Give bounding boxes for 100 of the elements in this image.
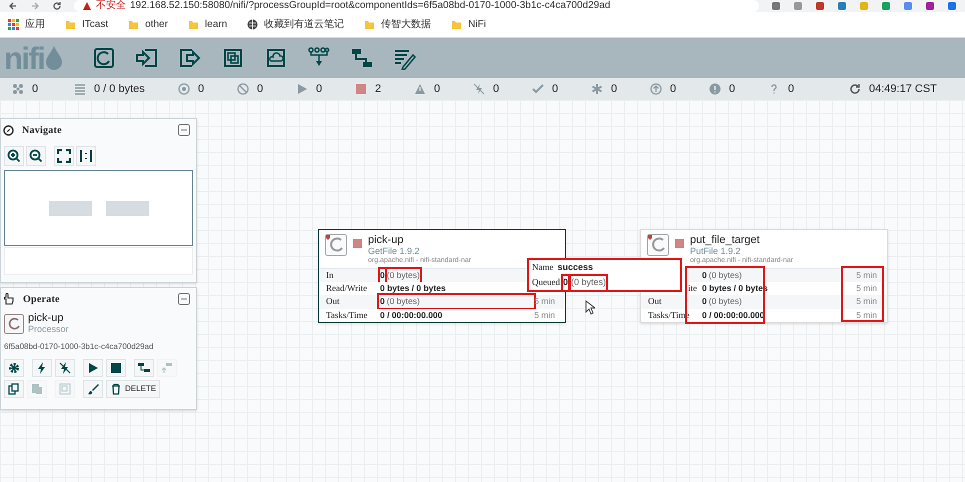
bookmark-link[interactable]: NiFi bbox=[451, 17, 486, 32]
panel-title: Operate bbox=[23, 292, 60, 306]
processor-icon bbox=[647, 234, 669, 256]
folder-icon bbox=[65, 19, 76, 30]
status-count: 0 bbox=[316, 82, 322, 97]
extension-icon[interactable] bbox=[815, 1, 825, 11]
extension-icon[interactable] bbox=[881, 1, 891, 11]
component-type: Processor bbox=[28, 324, 69, 335]
warning-icon bbox=[414, 83, 426, 95]
drop-icon bbox=[45, 45, 64, 71]
flow-blocks-button[interactable] bbox=[134, 359, 154, 377]
processor-preview bbox=[106, 200, 148, 216]
bookmark-link[interactable]: 应用 bbox=[8, 17, 45, 32]
reload-icon[interactable] bbox=[52, 1, 62, 11]
brush-icon bbox=[87, 383, 99, 395]
delete-button[interactable]: DELETE bbox=[106, 380, 160, 398]
up-arrow-circle-icon bbox=[650, 83, 662, 95]
status-count: 2 bbox=[375, 82, 382, 97]
folder-icon bbox=[188, 19, 199, 30]
collapse-icon[interactable] bbox=[178, 293, 190, 305]
bookmark-link[interactable]: 传智大数据 bbox=[364, 17, 432, 32]
compass-icon bbox=[3, 124, 14, 136]
queued-count: 0 bbox=[563, 276, 568, 290]
stat-time: 5 min bbox=[856, 268, 878, 282]
crossed-bolt-button[interactable] bbox=[55, 359, 75, 377]
field-label: Name bbox=[532, 260, 554, 274]
processor-preview bbox=[48, 200, 92, 216]
stat-label: Out bbox=[648, 295, 662, 308]
bolt-button[interactable] bbox=[32, 359, 52, 377]
status-count: 0 bbox=[493, 82, 500, 97]
extension-icon[interactable] bbox=[771, 1, 781, 11]
check-icon bbox=[532, 83, 544, 95]
group-icon bbox=[59, 383, 71, 395]
copy-icon bbox=[8, 383, 20, 395]
zoom-in-button[interactable] bbox=[4, 146, 24, 166]
processor-icon bbox=[325, 234, 347, 256]
stat-value: 0 bbox=[380, 268, 385, 282]
gear-icon bbox=[8, 362, 20, 374]
stop-button[interactable] bbox=[106, 359, 126, 377]
bookmark-link[interactable]: other bbox=[128, 17, 168, 32]
stat-time: 5 min bbox=[534, 308, 556, 322]
stat-value: 0 bytes / 0 bytes bbox=[380, 282, 446, 295]
gear-button[interactable] bbox=[4, 359, 24, 377]
play-button[interactable] bbox=[83, 359, 103, 377]
upload-icon bbox=[161, 362, 173, 374]
stat-detail: (0 bytes) bbox=[708, 268, 742, 282]
stat-value: 0 bbox=[380, 295, 385, 308]
stat-time: 5 min bbox=[856, 308, 878, 322]
stat-label: Out bbox=[326, 295, 340, 308]
stat-label: In bbox=[326, 268, 334, 282]
extension-icon[interactable] bbox=[793, 1, 803, 11]
extension-icon[interactable] bbox=[947, 1, 957, 11]
status-count: 04:49:17 CST bbox=[869, 82, 937, 97]
processor-name: put_file_target bbox=[690, 234, 761, 246]
stat-time: 5 min bbox=[856, 295, 878, 308]
stop-icon bbox=[110, 362, 122, 374]
one-to-one-button[interactable] bbox=[76, 146, 96, 166]
exclamation-circle-icon bbox=[709, 83, 721, 95]
bookmark-link[interactable]: learn bbox=[188, 17, 228, 32]
expand-button[interactable] bbox=[54, 146, 74, 166]
processor-name: pick-up bbox=[368, 234, 404, 246]
status-count: 0 bbox=[729, 82, 736, 97]
back-icon[interactable] bbox=[8, 1, 18, 11]
cluster-icon bbox=[12, 83, 24, 95]
extension-icon[interactable] bbox=[837, 1, 847, 11]
bookmark-link[interactable]: ITcast bbox=[65, 17, 108, 32]
stat-detail: (0 bytes) bbox=[708, 295, 742, 308]
mouse-cursor-icon bbox=[585, 300, 595, 315]
folder-icon bbox=[451, 19, 462, 30]
status-count: 0 bbox=[788, 82, 794, 97]
asterisk-icon bbox=[591, 83, 603, 95]
flow-blocks-icon bbox=[138, 362, 150, 374]
folder-icon bbox=[128, 19, 140, 30]
status-count: 0 bbox=[670, 82, 676, 97]
play-icon bbox=[87, 362, 99, 374]
target-icon bbox=[178, 83, 190, 95]
stat-value: 0 / 00:00:00.000 bbox=[380, 308, 442, 322]
crossed-bolt-icon bbox=[473, 83, 485, 95]
copy-button[interactable] bbox=[4, 380, 24, 398]
processor-type: GetFile 1.9.2 bbox=[368, 246, 421, 256]
component-name: pick-up bbox=[28, 313, 64, 324]
connection-label[interactable]: Name success Queued 0 (0 bytes) bbox=[527, 258, 682, 292]
processor-type: PutFile 1.9.2 bbox=[690, 246, 742, 256]
stat-label: ite bbox=[688, 282, 697, 294]
stat-label: Read/Write bbox=[326, 282, 368, 294]
status-count: 0 bbox=[32, 82, 38, 97]
brush-button[interactable] bbox=[83, 380, 103, 398]
refresh-icon[interactable] bbox=[849, 83, 861, 95]
extension-icon[interactable] bbox=[903, 1, 913, 11]
status-count: 0 bbox=[198, 82, 204, 97]
stat-time: 5 min bbox=[856, 282, 878, 295]
zoom-out-button[interactable] bbox=[26, 146, 46, 166]
field-label: Queued bbox=[532, 276, 560, 289]
stat-value: 0 bbox=[702, 295, 707, 308]
collapse-icon[interactable] bbox=[178, 124, 190, 136]
extension-icon[interactable] bbox=[925, 1, 935, 11]
processor-icon bbox=[4, 314, 24, 334]
play-icon bbox=[296, 83, 308, 95]
crossed-bolt-icon bbox=[59, 362, 71, 374]
bookmark-link[interactable]: 收藏到有道云笔记 bbox=[247, 17, 344, 32]
